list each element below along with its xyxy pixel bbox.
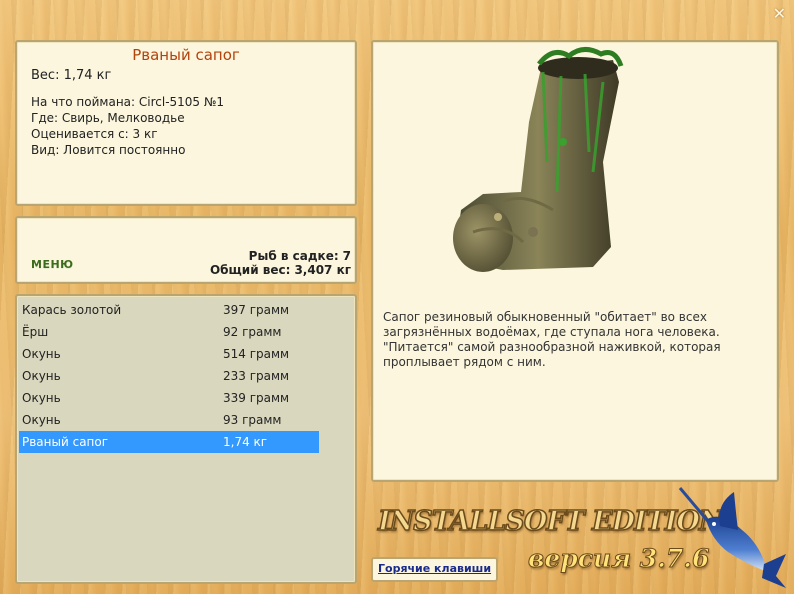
fish-details: На что поймана: Circl-5105 №1 Где: Свирь…	[31, 94, 224, 158]
fish-picture-panel: Сапог резиновый обыкновенный "обитает" в…	[371, 40, 779, 482]
keepnet-summary-panel: МЕНЮ Рыб в садке: 7 Общий вес: 3,407 кг	[15, 216, 357, 284]
list-item-name: Окунь	[22, 413, 61, 427]
list-item[interactable]: Окунь 339 грамм	[19, 387, 319, 409]
list-item-weight: 514 грамм	[223, 347, 290, 361]
marlin-fish-icon	[678, 487, 786, 588]
detail-bait: На что поймана: Circl-5105 №1	[31, 95, 224, 109]
list-item[interactable]: Ёрш 92 грамм	[19, 321, 319, 343]
catch-list-panel[interactable]: Карась золотой 397 грамм Ёрш 92 грамм Окун…	[15, 294, 357, 584]
list-item-name: Ёрш	[22, 325, 49, 339]
list-item-name: Окунь	[22, 347, 61, 361]
list-item-name: Рваный сапог	[22, 435, 109, 449]
fish-description: Сапог резиновый обыкновенный "обитает" в…	[383, 310, 721, 369]
close-button[interactable]: ✕	[773, 4, 786, 23]
fish-weight: Вес: 1,74 кг	[31, 68, 112, 83]
brand-logo: INSTALLSOFT EDITION	[377, 505, 724, 538]
list-item-weight: 1,74 кг	[223, 435, 268, 449]
menu-button[interactable]: МЕНЮ	[31, 258, 74, 271]
list-item-name: Окунь	[22, 391, 61, 405]
list-item-weight: 93 грамм	[223, 413, 282, 427]
fish-info-panel: Рваный сапог Вес: 1,74 кг На что поймана…	[15, 40, 357, 206]
hotkeys-button[interactable]: Горячие клавиши	[371, 557, 499, 582]
fish-name-title: Рваный сапог	[132, 46, 240, 64]
detail-min-weight: Оценивается с: 3 кг	[31, 127, 158, 141]
fish-count-value: 7	[342, 249, 351, 263]
list-item-name: Карась золотой	[22, 303, 122, 317]
list-item[interactable]: Окунь 233 грамм	[19, 365, 319, 387]
list-item-weight: 339 грамм	[223, 391, 290, 405]
list-item[interactable]: Окунь 93 грамм	[19, 409, 319, 431]
list-item-name: Окунь	[22, 369, 61, 383]
detail-frequency: Вид: Ловится постоянно	[31, 143, 186, 157]
fish-count-label: Рыб в садке:	[248, 249, 339, 263]
list-item-weight: 92 грамм	[223, 325, 282, 339]
total-weight-label: Общий вес:	[209, 263, 291, 277]
list-item[interactable]: Окунь 514 грамм	[19, 343, 319, 365]
list-item[interactable]: Карась золотой 397 грамм	[19, 299, 319, 321]
list-item-selected[interactable]: Рваный сапог 1,74 кг	[19, 431, 319, 453]
rubber-boot-image	[453, 47, 624, 272]
keepnet-totals: Рыб в садке: 7 Общий вес: 3,407 кг	[206, 249, 351, 277]
list-item-weight: 233 грамм	[223, 369, 290, 383]
detail-location: Где: Свирь, Мелководье	[31, 111, 185, 125]
total-weight-value: 3,407 кг	[294, 263, 351, 277]
list-item-weight: 397 грамм	[223, 303, 290, 317]
catch-list[interactable]: Карась золотой 397 грамм Ёрш 92 грамм Окун…	[19, 299, 319, 453]
